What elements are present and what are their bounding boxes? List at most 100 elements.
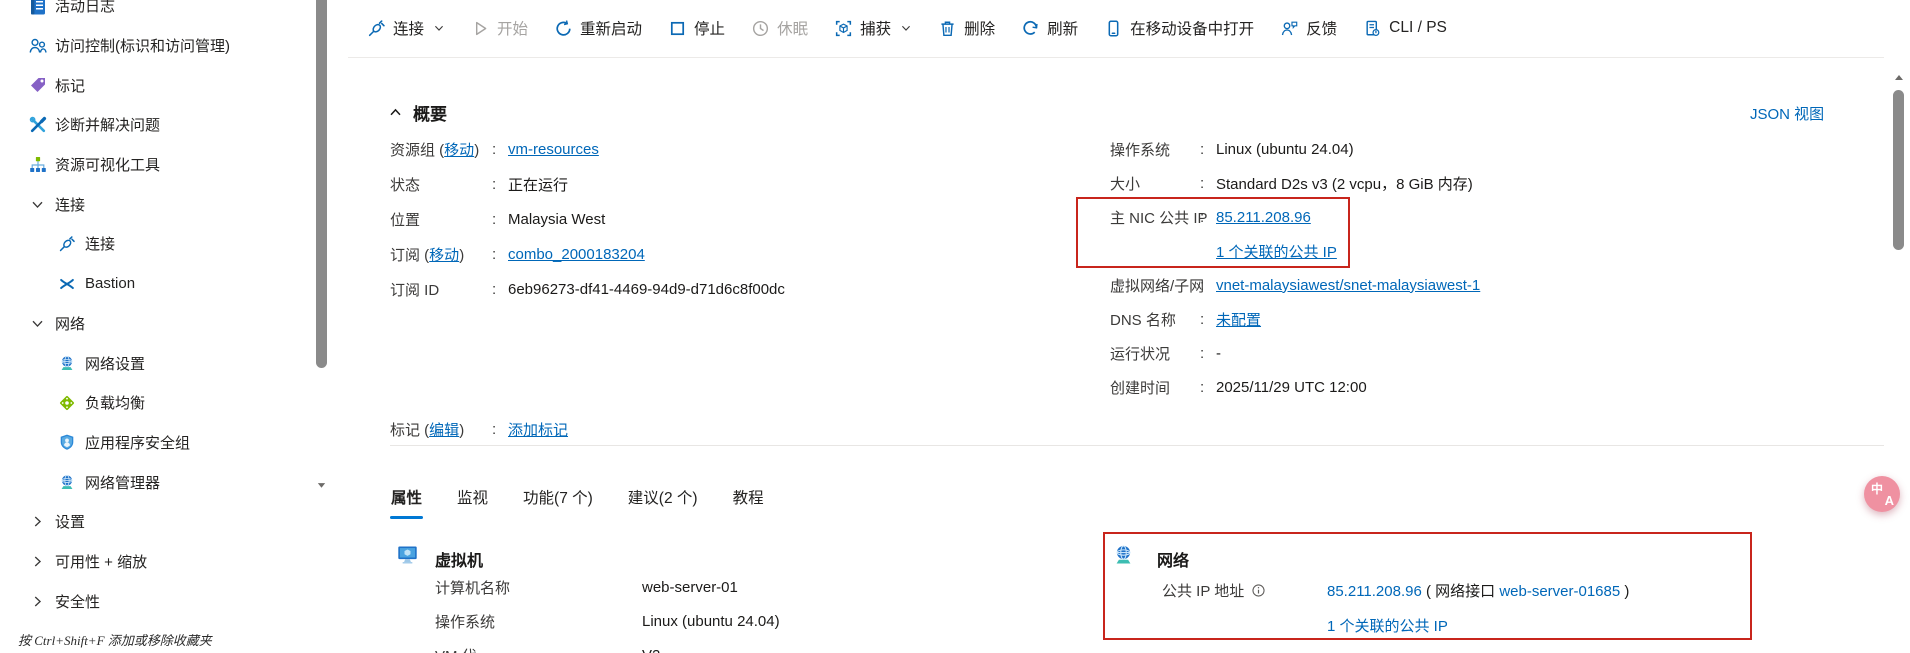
toolbar-button-feedback[interactable]: 反馈 xyxy=(1280,17,1337,39)
overview-right-fields: 操作系统: Linux (ubuntu 24.04) 大小: Standard D2s… xyxy=(1110,132,1790,404)
sidebar-scroll-down-icon[interactable] xyxy=(316,480,327,490)
sidebar-item-connect[interactable]: 连接 xyxy=(0,224,330,264)
chevron-right-icon xyxy=(30,554,45,569)
toolbar-button-stop[interactable]: 停止 xyxy=(668,17,725,39)
sidebar-group-group-security[interactable]: 安全性 xyxy=(0,581,330,621)
value-link[interactable]: web-server-01685 xyxy=(1499,583,1620,600)
value-link[interactable]: vnet-malaysiawest/snet-malaysiawest-1 xyxy=(1216,277,1480,294)
tags-row: 标记 (编辑) : 添加标记 xyxy=(390,419,569,440)
toolbar-button-refresh[interactable]: 刷新 xyxy=(1021,17,1078,39)
trash-icon xyxy=(938,19,957,38)
value-link[interactable]: vm-resources xyxy=(508,141,599,158)
sidebar-item-resource-visualizer[interactable]: 资源可视化工具 xyxy=(0,145,330,185)
property-value: web-server-01 xyxy=(642,578,738,596)
sidebar-item-access-control[interactable]: 访问控制(标识和访问管理) xyxy=(0,26,330,66)
toolbar-label: 捕获 xyxy=(860,21,892,38)
clock-icon xyxy=(751,19,770,38)
main-scrollbar-thumb[interactable] xyxy=(1893,90,1904,250)
field-row-subscription-id: 订阅 ID:6eb96273-df41-4469-94d9-d71d6c8f00… xyxy=(390,281,785,299)
toolbar-button-connect[interactable]: 连接 xyxy=(367,17,445,39)
resource-visualizer-icon xyxy=(28,155,48,175)
chevron-down-icon xyxy=(900,22,912,34)
stop-icon xyxy=(668,19,687,38)
field-row-size: 大小: Standard D2s v3 (2 vcpu，8 GiB 内存) xyxy=(1110,174,1473,193)
toolbar-button-delete[interactable]: 删除 xyxy=(938,17,995,39)
toolbar-button-cli-ps[interactable]: CLI / PS xyxy=(1363,19,1447,38)
value-link[interactable]: 85.211.208.96 xyxy=(1327,583,1422,600)
field-label: 订阅 (移动) xyxy=(390,247,465,264)
field-value: vnet-malaysiawest/snet-malaysiawest-1 xyxy=(1216,277,1480,294)
sidebar-item-network-manager[interactable]: 网络管理器 xyxy=(0,462,330,502)
sidebar-group-group-network[interactable]: 网络 xyxy=(0,304,330,344)
field-value: 85.211.208.96 xyxy=(1216,209,1311,226)
property-row-vm-generation: VM 代V2 xyxy=(435,638,995,653)
value-link[interactable]: 1 个关联的公共 IP xyxy=(1216,244,1337,261)
tags-edit-link[interactable]: 编辑 xyxy=(429,422,459,439)
toolbar-label: 删除 xyxy=(964,21,996,38)
field-value: combo_2000183204 xyxy=(508,246,645,263)
field-value: vm-resources xyxy=(508,141,599,158)
toolbar-button-restart[interactable]: 重新启动 xyxy=(554,17,642,39)
globe-icon xyxy=(58,354,76,372)
value-link[interactable]: 移动 xyxy=(444,142,474,159)
value-link[interactable]: 未配置 xyxy=(1216,312,1261,329)
sidebar-item-load-balancer[interactable]: 负载均衡 xyxy=(0,383,330,423)
sidebar-item-activity-log[interactable]: 活动日志 xyxy=(0,0,330,26)
toolbar-button-capture[interactable]: 捕获 xyxy=(834,17,912,39)
sidebar-item-diagnose-solve[interactable]: 诊断并解决问题 xyxy=(0,105,330,145)
sidebar-scrollbar[interactable] xyxy=(316,0,327,510)
vm-section-rows: 计算机名称 web-server-01 操作系统 Linux (ubuntu 24.0… xyxy=(435,570,995,653)
field-row-primary-nic-public-ip: 主 NIC 公共 IP:85.211.208.96 xyxy=(1110,208,1311,227)
tab-capabilities[interactable]: 功能(7 个) xyxy=(522,481,594,519)
toolbar-button-open-in-mobile[interactable]: 在移动设备中打开 xyxy=(1104,17,1254,39)
sidebar-group-group-settings[interactable]: 设置 xyxy=(0,502,330,542)
sidebar-group-group-connect[interactable]: 连接 xyxy=(0,184,330,224)
translate-button[interactable]: 中 A xyxy=(1864,476,1900,512)
restart-icon xyxy=(554,19,573,38)
capture-icon xyxy=(834,19,853,38)
network-globe-icon xyxy=(1112,543,1135,566)
chevron-down-icon xyxy=(30,197,45,212)
feedback-icon xyxy=(1280,19,1299,38)
field-value: 1 个关联的公共 IP xyxy=(1216,241,1337,262)
scroll-up-icon[interactable] xyxy=(1893,72,1905,82)
activity-log-icon xyxy=(28,0,48,16)
add-tags-link[interactable]: 添加标记 xyxy=(508,419,568,440)
sidebar-item-network-settings[interactable]: 网络设置 xyxy=(0,343,330,383)
property-label: VM 代 xyxy=(435,645,642,653)
network-section-rows: 公共 IP 地址 85.211.208.96 ( 网络接口 web-server-… xyxy=(1162,573,1782,653)
tab-bar: 属性 监视 功能(7 个) 建议(2 个) 教程 xyxy=(390,481,765,519)
globe-icon xyxy=(58,473,76,491)
sidebar-item-app-security-groups[interactable]: 应用程序安全组 xyxy=(0,423,330,463)
tag-icon xyxy=(28,75,48,95)
cli-icon xyxy=(1363,19,1382,38)
field-label: 状态 xyxy=(390,177,421,194)
tab-recommendations[interactable]: 建议(2 个) xyxy=(627,481,699,519)
sidebar-scrollbar-thumb[interactable] xyxy=(316,0,327,368)
sidebar-item-tags[interactable]: 标记 xyxy=(0,65,330,105)
json-view-link[interactable]: JSON 视图 xyxy=(1750,103,1824,124)
vm-monitor-icon xyxy=(396,543,419,566)
value-link[interactable]: 移动 xyxy=(429,247,459,264)
main-scrollbar[interactable] xyxy=(1890,58,1906,653)
chevron-down-icon xyxy=(30,316,45,331)
value-link[interactable]: 85.211.208.96 xyxy=(1216,209,1311,226)
sidebar-group-group-availability-scale[interactable]: 可用性 + 缩放 xyxy=(0,542,330,582)
sidebar-item-bastion[interactable]: Bastion xyxy=(0,264,330,304)
property-label: 操作系统 xyxy=(435,613,496,631)
toolbar-button-start: 开始 xyxy=(471,17,528,39)
property-label: 公共 IP 地址 xyxy=(1162,580,1327,601)
field-value: 正在运行 xyxy=(508,177,569,194)
info-icon[interactable] xyxy=(1251,583,1266,598)
field-value: 2025/11/29 UTC 12:00 xyxy=(1216,378,1367,396)
field-label: 主 NIC 公共 IP xyxy=(1110,209,1208,227)
field-value: 未配置 xyxy=(1216,309,1261,330)
toolbar-label: 在移动设备中打开 xyxy=(1130,21,1255,38)
plug-icon xyxy=(58,235,76,253)
value-link[interactable]: 1 个关联的公共 IP xyxy=(1327,618,1448,635)
value-link[interactable]: combo_2000183204 xyxy=(508,246,645,263)
tab-monitoring[interactable]: 监视 xyxy=(456,481,489,519)
overview-section-header[interactable]: 概要 xyxy=(388,100,447,125)
tab-properties[interactable]: 属性 xyxy=(390,481,424,519)
tab-tutorials[interactable]: 教程 xyxy=(732,481,765,519)
